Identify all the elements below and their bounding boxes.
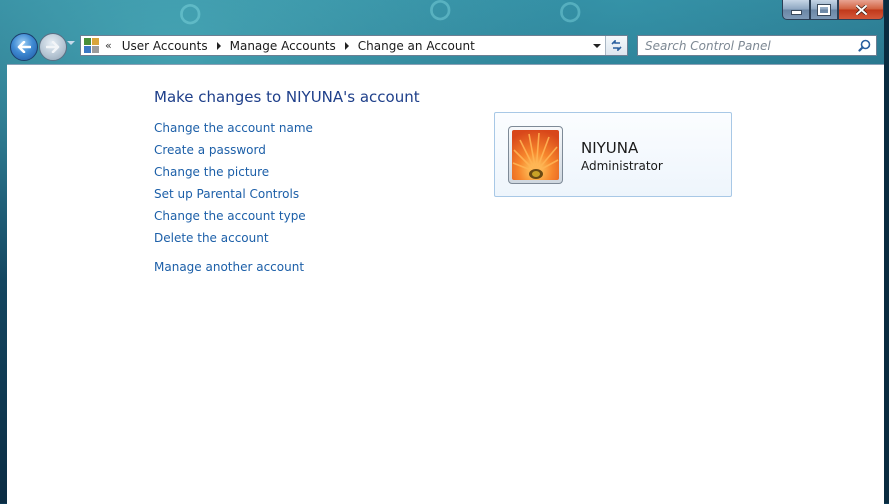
back-button[interactable] xyxy=(10,33,38,61)
breadcrumb-user-accounts[interactable]: User Accounts xyxy=(118,39,212,53)
address-bar[interactable]: « User Accounts Manage Accounts Change a… xyxy=(80,35,628,56)
delete-account-link[interactable]: Delete the account xyxy=(154,230,313,252)
title-bar[interactable] xyxy=(0,0,884,28)
search-icon[interactable] xyxy=(858,39,871,52)
control-panel-window: « User Accounts Manage Accounts Change a… xyxy=(0,0,884,504)
page-title: Make changes to NIYUNA's account xyxy=(154,88,420,106)
flower-icon xyxy=(512,130,559,180)
close-icon xyxy=(855,4,867,15)
create-password-link[interactable]: Create a password xyxy=(154,142,313,164)
address-history-dropdown[interactable] xyxy=(589,36,605,55)
parental-controls-link[interactable]: Set up Parental Controls xyxy=(154,186,313,208)
main-content: Make changes to NIYUNA's account Change … xyxy=(7,64,884,504)
control-panel-icon xyxy=(84,37,100,54)
forward-arrow-icon xyxy=(46,41,60,53)
search-input[interactable] xyxy=(638,37,852,54)
breadcrumb-separator-icon[interactable] xyxy=(344,41,349,50)
minimize-button[interactable] xyxy=(782,0,810,20)
account-card: NIYUNA Administrator xyxy=(494,112,732,197)
maximize-button[interactable] xyxy=(810,0,838,20)
breadcrumb-overflow-button[interactable]: « xyxy=(105,39,112,52)
chevron-down-icon xyxy=(593,43,601,48)
maximize-icon xyxy=(817,3,831,16)
account-type: Administrator xyxy=(581,159,663,173)
close-button[interactable] xyxy=(838,0,884,20)
breadcrumb-separator-icon[interactable] xyxy=(216,41,221,50)
change-account-type-link[interactable]: Change the account type xyxy=(154,208,313,230)
manage-another-account-link[interactable]: Manage another account xyxy=(154,259,313,281)
refresh-button[interactable] xyxy=(605,36,627,55)
caption-buttons xyxy=(782,0,884,20)
avatar xyxy=(508,126,563,184)
breadcrumb-change-an-account[interactable]: Change an Account xyxy=(354,39,479,53)
account-name: NIYUNA xyxy=(581,139,639,157)
refresh-icon xyxy=(611,40,622,51)
desktop-edge xyxy=(884,0,889,503)
breadcrumb-manage-accounts[interactable]: Manage Accounts xyxy=(226,39,340,53)
change-picture-link[interactable]: Change the picture xyxy=(154,164,313,186)
forward-button[interactable] xyxy=(39,33,67,61)
task-list: Change the account name Create a passwor… xyxy=(154,120,313,281)
search-box[interactable] xyxy=(637,35,877,56)
minimize-icon xyxy=(790,10,802,15)
change-account-name-link[interactable]: Change the account name xyxy=(154,120,313,142)
navigation-bar: « User Accounts Manage Accounts Change a… xyxy=(0,29,884,63)
chevron-down-icon[interactable] xyxy=(67,41,75,45)
back-arrow-icon xyxy=(17,41,31,53)
